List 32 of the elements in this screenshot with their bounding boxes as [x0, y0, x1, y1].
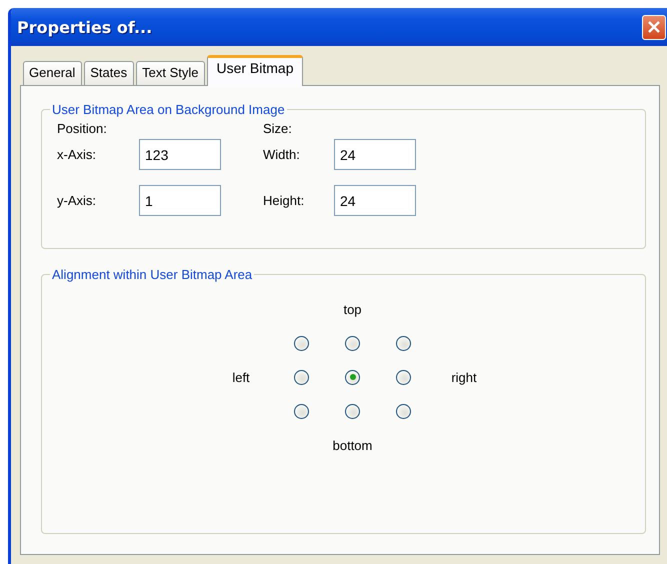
- input-field[interactable]: 123: [139, 139, 221, 170]
- field-label: Position:: [57, 121, 108, 138]
- field-label: y-Axis:: [57, 193, 97, 208]
- field-label: x-Axis:: [57, 147, 97, 162]
- field-label: Width:: [263, 147, 301, 162]
- close-icon: [647, 20, 661, 34]
- tab[interactable]: States: [84, 61, 134, 85]
- radio-button[interactable]: [294, 370, 309, 384]
- alignment-label: right: [451, 370, 477, 384]
- radio-button[interactable]: [345, 370, 360, 384]
- tab[interactable]: Text Style: [136, 61, 206, 85]
- field-label: Size:: [263, 121, 293, 138]
- radio-button[interactable]: [345, 404, 360, 418]
- input-field[interactable]: 1: [139, 185, 221, 216]
- group-title: Alignment within User Bitmap Area: [51, 267, 254, 282]
- radio-button[interactable]: [294, 404, 309, 418]
- close-button[interactable]: [642, 14, 666, 40]
- input-field[interactable]: 24: [334, 139, 416, 170]
- group-title: User Bitmap Area on Background Image: [51, 102, 286, 117]
- radio-button[interactable]: [294, 336, 309, 350]
- window-title: Properties of...: [17, 18, 152, 36]
- radio-button[interactable]: [396, 336, 411, 350]
- radio-button[interactable]: [345, 336, 360, 350]
- alignment-label: top: [343, 302, 362, 316]
- tab[interactable]: User Bitmap: [207, 55, 302, 86]
- field-label: Height:: [263, 193, 306, 208]
- radio-button[interactable]: [396, 370, 411, 384]
- alignment-label: bottom: [332, 438, 372, 452]
- radio-button[interactable]: [396, 404, 411, 418]
- tab[interactable]: General: [23, 61, 82, 85]
- input-field[interactable]: 24: [334, 185, 416, 216]
- alignment-label: left: [232, 370, 250, 384]
